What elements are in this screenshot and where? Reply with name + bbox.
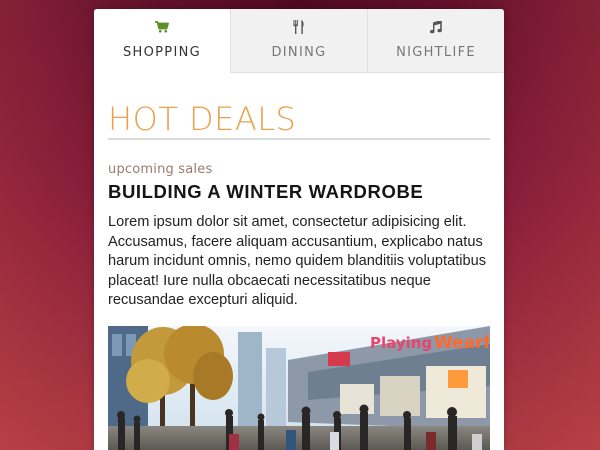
tab-nightlife[interactable]: NIGHTLIFE (367, 9, 504, 73)
deal-photo: Playing Wearhouse (108, 326, 490, 450)
tab-dining[interactable]: DINING (230, 9, 367, 73)
title-divider (108, 138, 490, 140)
category-tabs: SHOPPING DINING NIGHTLIFE (94, 9, 504, 73)
deal-heading[interactable]: BUILDING A WINTER WARDROBE (108, 181, 490, 203)
tab-shopping-label: SHOPPING (123, 45, 201, 60)
deals-panel: SHOPPING DINING NIGHTLIFE HOT DEALS upco… (94, 9, 504, 450)
sign-wearhouse: Wearhouse (434, 333, 490, 353)
tab-nightlife-label: NIGHTLIFE (396, 45, 476, 60)
deal-description: Lorem ipsum dolor sit amet, consectetur … (108, 214, 487, 308)
fork-knife-icon (293, 19, 305, 35)
music-note-icon (430, 19, 442, 35)
deals-content: HOT DEALS upcoming sales BUILDING A WINT… (94, 101, 504, 311)
sign-playing: Playing (370, 334, 432, 352)
deal-category-label: upcoming sales (108, 162, 213, 177)
shopping-cart-icon (155, 19, 169, 35)
tab-dining-label: DINING (271, 45, 327, 60)
tab-shopping[interactable]: SHOPPING (94, 9, 230, 73)
section-title: HOT DEALS (108, 100, 297, 138)
